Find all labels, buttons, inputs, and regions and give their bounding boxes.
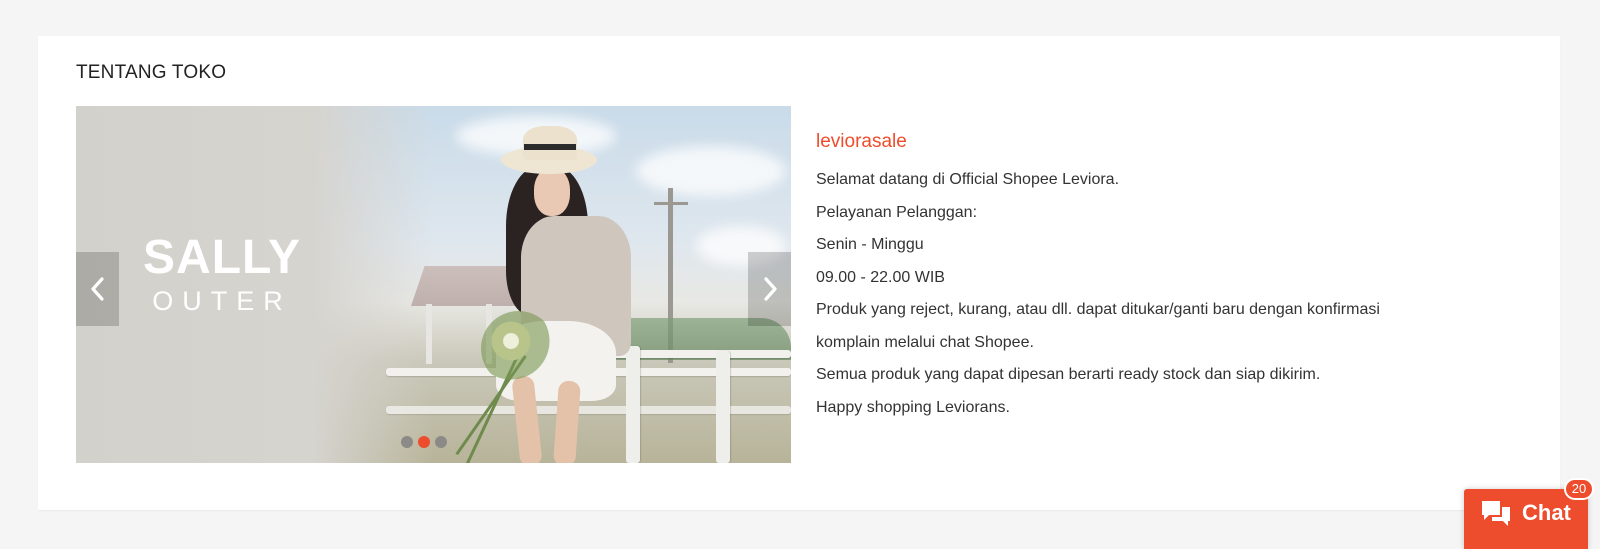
shop-info: leviorasale Selamat datang di Official S… (816, 128, 1516, 424)
shop-description-line: Selamat datang di Official Shopee Levior… (816, 171, 1120, 188)
shop-description-line: Semua produk yang dapat dipesan berarti … (816, 366, 1321, 383)
banner-brand-text: SALLY OUTER (76, 234, 368, 317)
carousel-prev-button[interactable] (76, 252, 119, 326)
shop-description-line: Senin - Minggu (816, 236, 924, 253)
section-title: TENTANG TOKO (76, 62, 227, 83)
chat-icon (1482, 501, 1510, 526)
banner-brand-sub: OUTER (152, 286, 292, 316)
shop-name[interactable]: leviorasale (816, 128, 1516, 156)
carousel-dot[interactable] (401, 436, 413, 448)
carousel-dot-active[interactable] (418, 436, 430, 448)
shop-description-line: Happy shopping Leviorans. (816, 398, 1010, 416)
carousel-next-button[interactable] (748, 252, 791, 326)
carousel-dot[interactable] (435, 436, 447, 448)
banner-brand-main: SALLY (143, 231, 301, 284)
shop-banner-carousel[interactable]: SALLY OUTER (76, 106, 791, 463)
shop-description-line: Produk yang reject, kurang, atau dll. da… (816, 301, 1380, 318)
shop-description-line: 09.00 - 22.00 WIB (816, 268, 945, 286)
chat-unread-badge: 20 (1564, 478, 1594, 500)
chat-label: Chat (1522, 500, 1571, 525)
shop-description-line: Pelayanan Pelanggan: (816, 203, 978, 221)
chevron-right-icon (763, 277, 777, 301)
carousel-indicators (401, 436, 447, 448)
shop-description-line: komplain melalui chat Shopee. (816, 333, 1034, 351)
shop-about-card: TENTANG TOKO SALLY OUTER leviorasale Sel… (38, 36, 1560, 510)
chevron-left-icon (90, 277, 104, 301)
